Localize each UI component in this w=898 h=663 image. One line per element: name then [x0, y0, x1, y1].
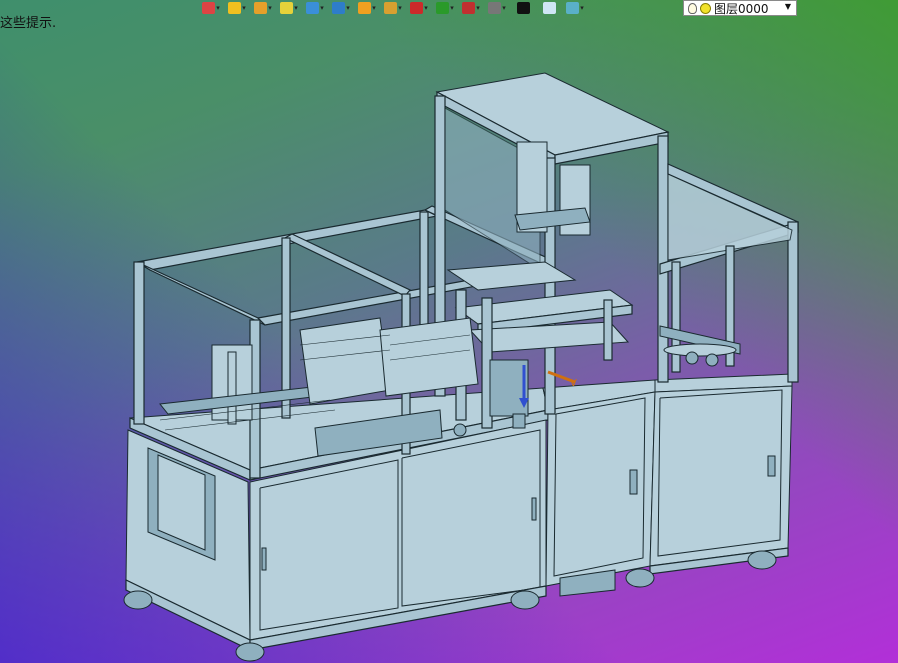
svg-text:V: V [570, 378, 577, 389]
right-module-base [649, 373, 793, 575]
cad-model-viewport[interactable]: .f { fill:#a9c5d2; stroke:#1a2a30; strok… [0, 0, 898, 663]
roller-assembly [659, 245, 741, 373]
middle-module-base [542, 379, 656, 597]
